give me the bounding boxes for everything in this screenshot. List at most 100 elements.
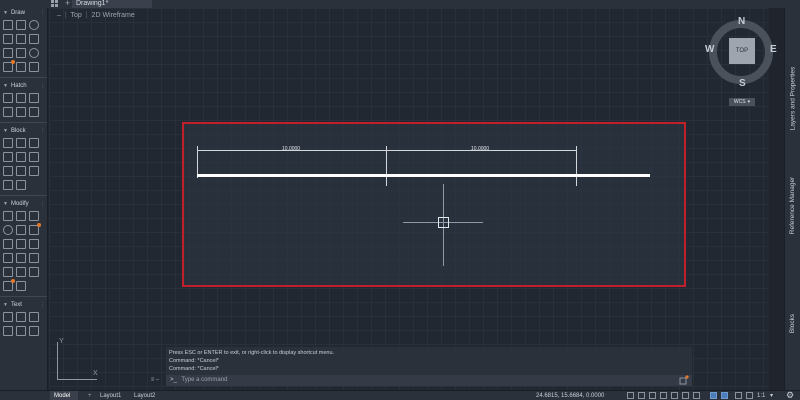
compass-east[interactable]: E bbox=[770, 44, 777, 55]
ellipse-tool-icon[interactable] bbox=[29, 48, 39, 58]
command-options-icon[interactable]: ≡ – bbox=[146, 375, 164, 386]
chamfer-tool-icon[interactable] bbox=[16, 253, 26, 263]
otrack-toggle-icon[interactable] bbox=[682, 392, 689, 399]
annotation-scale-icon[interactable] bbox=[746, 392, 753, 399]
ortho-toggle-icon[interactable] bbox=[649, 392, 656, 399]
more-icon[interactable]: ⋮ bbox=[40, 83, 45, 89]
rotate-tool-icon[interactable] bbox=[3, 225, 13, 235]
drawing-tab[interactable]: Drawing1* bbox=[72, 0, 152, 8]
gradient-tool-icon[interactable] bbox=[16, 93, 26, 103]
view-cube-top-face[interactable]: TOP bbox=[729, 38, 755, 64]
tab-layout2[interactable]: Layout2 bbox=[130, 391, 159, 400]
wcs-menu[interactable]: WCS ▾ bbox=[729, 98, 755, 106]
move-tool-icon[interactable] bbox=[3, 211, 13, 221]
line-tool-icon[interactable] bbox=[3, 20, 13, 30]
dynamic-input-icon[interactable] bbox=[721, 392, 728, 399]
extend-tool-icon[interactable] bbox=[16, 239, 26, 249]
chevron-down-icon[interactable]: ▾ bbox=[770, 391, 773, 400]
rectangle-tool-icon[interactable] bbox=[3, 34, 13, 44]
join-tool-icon[interactable] bbox=[29, 253, 39, 263]
break-tool-icon[interactable] bbox=[29, 239, 39, 249]
manage-attribute-icon[interactable] bbox=[29, 152, 39, 162]
tab-layout1[interactable]: Layout1 bbox=[96, 391, 125, 400]
edit-polyline-icon[interactable] bbox=[3, 279, 15, 291]
command-input[interactable]: >_ Type a command bbox=[166, 375, 692, 386]
section-draw[interactable]: ▼ Draw ⋮ bbox=[0, 8, 47, 18]
lineweight-toggle-icon[interactable] bbox=[693, 392, 700, 399]
revcloud-tool-icon[interactable] bbox=[3, 60, 15, 72]
grid-toggle-icon[interactable] bbox=[627, 392, 634, 399]
more-icon[interactable]: ⋮ bbox=[40, 201, 45, 207]
scale-tool-icon[interactable] bbox=[29, 223, 41, 235]
explode-tool-icon[interactable] bbox=[29, 267, 39, 277]
add-layout-button[interactable]: + bbox=[84, 391, 96, 400]
tab-model[interactable]: Model bbox=[50, 391, 78, 400]
sync-block-icon[interactable] bbox=[29, 166, 39, 176]
drawn-line[interactable] bbox=[197, 174, 650, 177]
gear-icon[interactable]: ⚙ bbox=[786, 390, 794, 400]
grid-menu-icon[interactable] bbox=[51, 0, 58, 7]
compass-north[interactable]: N bbox=[738, 16, 745, 27]
region-tool-icon[interactable] bbox=[3, 107, 13, 117]
polar-toggle-icon[interactable] bbox=[660, 392, 667, 399]
single-text-icon[interactable] bbox=[16, 312, 26, 322]
attribute-icon[interactable] bbox=[3, 152, 13, 162]
more-icon[interactable]: ⋮ bbox=[40, 302, 45, 308]
field-icon[interactable] bbox=[29, 326, 39, 336]
new-tab-icon[interactable]: + bbox=[65, 0, 70, 8]
viewport-controls[interactable]: – | Top | 2D Wireframe bbox=[57, 12, 135, 19]
section-text[interactable]: ▼ Text ⋮ bbox=[0, 300, 47, 310]
multiline-tool-icon[interactable] bbox=[3, 48, 13, 58]
block-editor-icon[interactable] bbox=[16, 166, 26, 176]
write-block-icon[interactable] bbox=[3, 166, 13, 176]
construction-line-icon[interactable] bbox=[16, 62, 26, 72]
fill-tool-icon[interactable] bbox=[29, 107, 39, 117]
spell-check-icon[interactable] bbox=[3, 326, 13, 336]
tab-blocks[interactable]: Blocks bbox=[785, 308, 800, 338]
hatch-tool-icon[interactable] bbox=[3, 93, 13, 103]
section-modify[interactable]: ▼ Modify ⋮ bbox=[0, 199, 47, 209]
edit-block-icon[interactable] bbox=[29, 138, 39, 148]
copy-tool-icon[interactable] bbox=[16, 211, 26, 221]
section-block[interactable]: ▼ Block ⋮ bbox=[0, 126, 47, 136]
drawing-canvas[interactable]: – | Top | 2D Wireframe 10.0000 10.0000 T… bbox=[49, 8, 777, 390]
polygon-tool-icon[interactable] bbox=[16, 48, 26, 58]
wipeout-tool-icon[interactable] bbox=[16, 107, 26, 117]
snap-toggle-icon[interactable] bbox=[638, 392, 645, 399]
wave-tool-icon[interactable] bbox=[29, 62, 39, 72]
viewport-close[interactable]: – bbox=[57, 12, 61, 19]
block-library-icon[interactable] bbox=[16, 180, 26, 190]
compass-west[interactable]: W bbox=[705, 44, 714, 55]
fillet-tool-icon[interactable] bbox=[3, 253, 13, 263]
edit-attribute-icon[interactable] bbox=[16, 152, 26, 162]
view-cube[interactable]: TOP N S E W WCS ▾ bbox=[705, 16, 779, 106]
erase-tool-icon[interactable] bbox=[16, 281, 26, 291]
viewport-name[interactable]: Top bbox=[71, 12, 82, 19]
offset-tool-icon[interactable] bbox=[3, 267, 13, 277]
polyline-tool-icon[interactable] bbox=[16, 20, 26, 30]
osnap-toggle-icon[interactable] bbox=[671, 392, 678, 399]
command-resize-icon[interactable] bbox=[679, 375, 689, 385]
trim-tool-icon[interactable] bbox=[3, 239, 13, 249]
favorite-block-icon[interactable] bbox=[3, 180, 13, 190]
scale-value[interactable]: 1:1 bbox=[757, 391, 765, 400]
boundary-tool-icon[interactable] bbox=[29, 93, 39, 103]
annotation-visibility-icon[interactable] bbox=[735, 392, 742, 399]
mirror-tool-icon[interactable] bbox=[16, 225, 26, 235]
tab-layers-and-properties[interactable]: Layers and Properties bbox=[785, 58, 800, 138]
insert-block-icon[interactable] bbox=[3, 138, 13, 148]
more-icon[interactable]: ⋮ bbox=[40, 10, 45, 16]
create-block-icon[interactable] bbox=[16, 138, 26, 148]
compass-south[interactable]: S bbox=[739, 78, 746, 89]
arc-tool-icon[interactable] bbox=[16, 34, 26, 44]
visual-style[interactable]: 2D Wireframe bbox=[92, 12, 135, 19]
section-hatch[interactable]: ▼ Hatch ⋮ bbox=[0, 81, 47, 91]
spline-tool-icon[interactable] bbox=[29, 34, 39, 44]
find-text-icon[interactable] bbox=[16, 326, 26, 336]
multiline-text-icon[interactable] bbox=[3, 312, 13, 322]
circle-tool-icon[interactable] bbox=[29, 20, 39, 30]
selection-cycling-icon[interactable] bbox=[710, 392, 717, 399]
stretch-tool-icon[interactable] bbox=[29, 211, 39, 221]
array-tool-icon[interactable] bbox=[16, 267, 26, 277]
tab-reference-manager[interactable]: Reference Manager bbox=[785, 168, 800, 243]
